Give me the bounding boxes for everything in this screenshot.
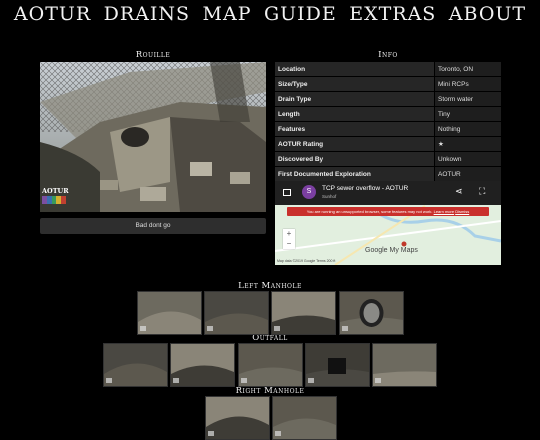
thumbnail-image [205,292,268,334]
info-value: Storm water [434,91,501,107]
info-label: AOTUR Rating [275,136,435,152]
map-legend-icon[interactable] [283,189,291,196]
browser-warning: You are running an unsupported browser, … [287,207,489,216]
info-row: Drain Type Storm water [275,91,501,107]
gallery-thumbnail[interactable] [271,291,336,335]
gallery-thumbnail[interactable] [372,343,437,387]
map-title[interactable]: TCP sewer overflow - AOTUR [322,185,408,192]
info-value: Toronto, ON [434,62,501,77]
map-avatar: S [302,185,316,199]
gallery-thumbnail[interactable] [305,343,370,387]
info-row: Discovered By Unkown [275,151,501,167]
learn-more-link[interactable]: Learn more [434,209,454,214]
thumbnail-image [206,397,269,439]
gallery-title-left-manhole: Left Manhole [238,281,302,291]
info-value: Tiny [434,106,501,122]
gallery-thumbnail[interactable] [137,291,202,335]
embedded-map[interactable]: S TCP sewer overflow - AOTUR Sunhof ⋖ ⛶ … [275,181,501,265]
info-label: Size/Type [275,76,435,92]
map-pin[interactable] [401,241,407,247]
thumbnail-image [340,292,403,334]
info-table: Location Toronto, ON Size/Type Mini RCPs Dra… [275,62,501,182]
thumbnail-image [272,292,335,334]
info-label: Drain Type [275,91,435,107]
info-value: Nothing [434,121,501,137]
fullscreen-icon[interactable]: ⛶ [479,186,485,197]
info-label: Discovered By [275,151,435,167]
warning-text: You are running an unsupported browser, … [306,209,433,214]
zoom-in-button[interactable]: + [283,229,295,239]
nav-drains[interactable]: DRAINS [104,3,190,25]
gallery-thumbnail[interactable] [272,396,337,440]
gallery-title-right-manhole: Right Manhole [235,386,305,396]
info-row: Features Nothing [275,121,501,137]
info-label: Length [275,106,435,122]
info-value: ★ [434,136,501,152]
info-label: First Documented Exploration [275,166,435,182]
hero-photo[interactable]: AOTUR [40,62,266,212]
drain-title: Rouille [135,50,171,60]
map-footer: Map data ©2019 Google Terms 200 ft [277,259,336,263]
map-header: S TCP sewer overflow - AOTUR Sunhof ⋖ ⛶ [275,181,501,205]
gallery-thumbnail[interactable] [339,291,404,335]
main-nav: AOTUR DRAINS MAP GUIDE EXTRAS ABOUT [0,3,540,25]
thumbnail-image [239,344,302,386]
dismiss-link[interactable]: Dismiss [455,209,469,214]
map-subtitle: Sunhof [322,194,337,199]
info-row: Size/Type Mini RCPs [275,76,501,92]
thumbnail-image [171,344,234,386]
photo-caption: Bad dont go [40,218,266,234]
map-brand: Google My Maps [365,247,418,254]
nav-about[interactable]: ABOUT [449,3,526,25]
hero-photo-image [40,62,266,212]
gallery-title-outfall: Outfall [252,333,288,343]
thumbnail-image [104,344,167,386]
info-value: Unkown [434,151,501,167]
nav-aotur[interactable]: AOTUR [14,3,91,25]
nav-extras[interactable]: EXTRAS [349,3,436,25]
thumbnail-image [306,344,369,386]
aotur-logo: AOTUR [42,187,69,209]
thumbnail-image [373,344,436,386]
nav-guide[interactable]: GUIDE [264,3,337,25]
gallery-thumbnail[interactable] [205,396,270,440]
gallery-thumbnail[interactable] [103,343,168,387]
info-row: AOTUR Rating ★ [275,136,501,152]
info-row: Length Tiny [275,106,501,122]
logo-color-bars [42,196,66,204]
info-title: Info [378,50,398,60]
info-row: Location Toronto, ON [275,62,501,77]
gallery-thumbnail[interactable] [204,291,269,335]
logo-text: AOTUR [42,187,69,195]
info-label: Features [275,121,435,137]
gallery-thumbnail[interactable] [238,343,303,387]
thumbnail-image [138,292,201,334]
zoom-out-button[interactable]: − [283,239,295,249]
thumbnail-image [273,397,336,439]
info-value: AOTUR [434,166,501,182]
nav-map[interactable]: MAP [203,3,252,25]
info-row: First Documented Exploration AOTUR [275,166,501,182]
info-label: Location [275,62,435,77]
gallery-thumbnail[interactable] [170,343,235,387]
share-icon[interactable]: ⋖ [455,186,463,197]
info-value: Mini RCPs [434,76,501,92]
zoom-control: + − [283,229,295,249]
